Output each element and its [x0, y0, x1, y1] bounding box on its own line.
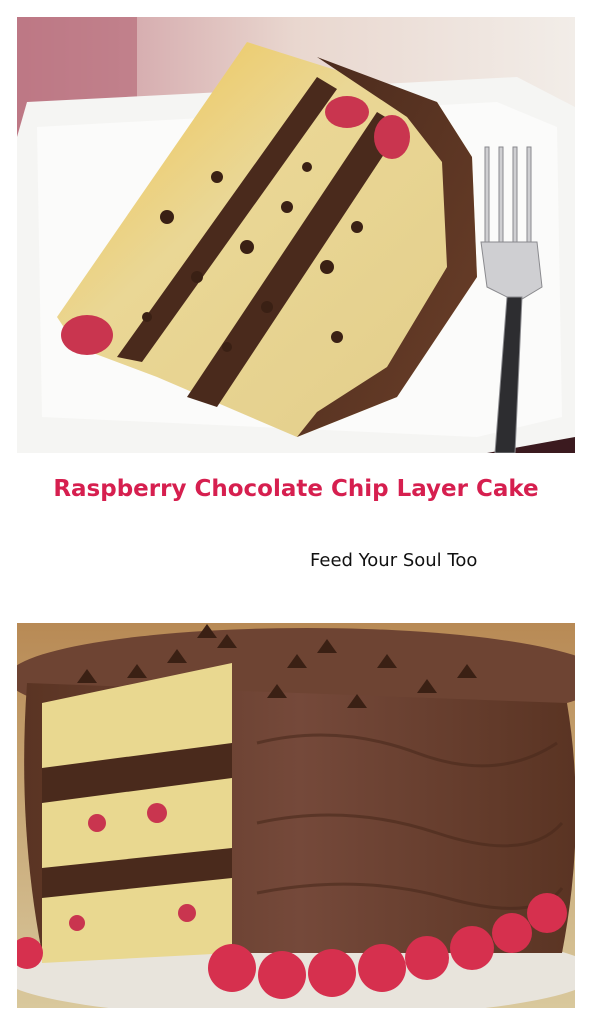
- cake-cut-section: [42, 663, 232, 963]
- recipe-title: Raspberry Chocolate Chip Layer Cake: [53, 476, 539, 502]
- blog-credit: Feed Your Soul Too: [310, 550, 478, 571]
- cake-slice-illustration: [17, 17, 575, 453]
- whole-cake-photo: [17, 623, 575, 1008]
- whole-cake-illustration: [17, 623, 575, 1008]
- cake-slice-photo: [17, 17, 575, 453]
